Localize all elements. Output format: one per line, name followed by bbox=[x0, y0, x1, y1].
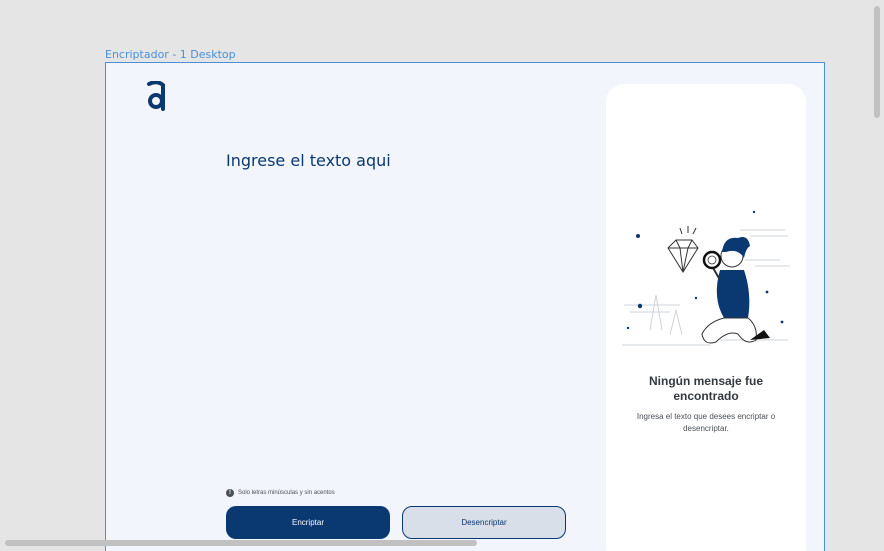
app-frame: Ingrese el texto aqui ! Solo letras minú… bbox=[105, 62, 825, 551]
info-icon: ! bbox=[226, 489, 234, 497]
empty-state-illustration bbox=[622, 210, 790, 346]
frame-label[interactable]: Encriptador - 1 Desktop bbox=[105, 48, 236, 61]
empty-state-text: Ingresa el texto que desees encriptar o … bbox=[636, 412, 776, 433]
decrypt-button[interactable]: Desencriptar bbox=[402, 506, 566, 539]
encrypt-button[interactable]: Encriptar bbox=[226, 506, 390, 539]
empty-state-title: Ningún mensaje fue encontrado bbox=[606, 374, 806, 404]
output-panel: Ningún mensaje fue encontrado Ingresa el… bbox=[606, 84, 806, 551]
horizontal-scrollbar[interactable] bbox=[5, 540, 477, 546]
hint-text: Solo letras minúsculas y sin acentos bbox=[238, 490, 335, 496]
logo bbox=[147, 81, 165, 111]
input-hint: ! Solo letras minúsculas y sin acentos bbox=[226, 489, 335, 497]
empty-state-title-text: Ningún mensaje fue encontrado bbox=[648, 374, 764, 403]
vertical-scrollbar[interactable] bbox=[874, 6, 880, 118]
text-input[interactable]: Ingrese el texto aqui bbox=[226, 151, 391, 170]
